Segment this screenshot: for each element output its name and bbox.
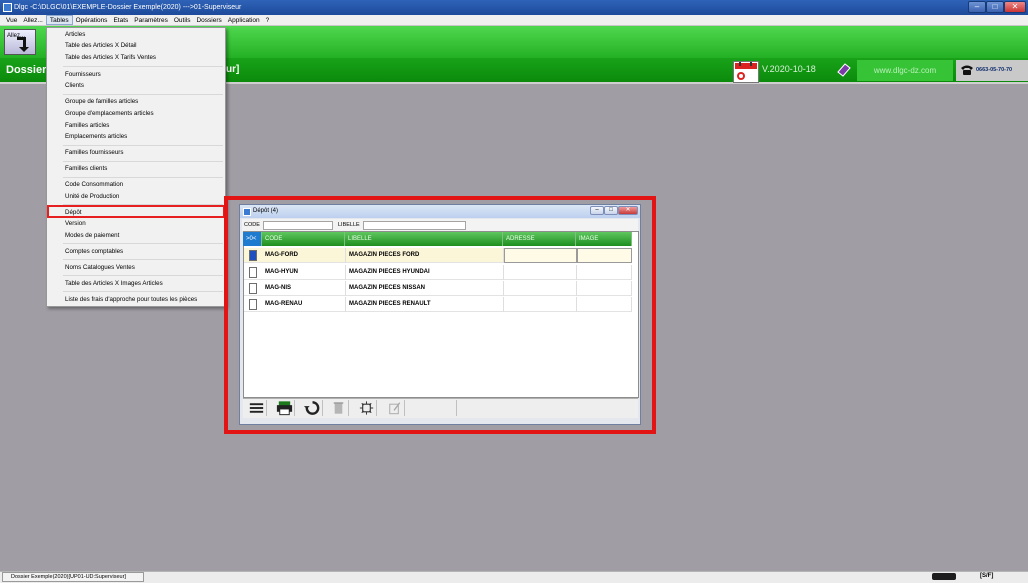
depot-maximize-button[interactable]: □ <box>604 206 618 215</box>
menu-allez[interactable]: Allez... <box>20 15 46 25</box>
menu-item-groupe-emplacements[interactable]: Groupe d'emplacements articles <box>65 110 154 117</box>
table-row[interactable]: MAG-NIS MAGAZIN PIECES NISSAN <box>244 281 632 296</box>
cell-code: MAG-RENAU <box>262 297 346 312</box>
menu-item-groupe-familles[interactable]: Groupe de familles articles <box>65 98 138 105</box>
column-header-libelle[interactable]: LIBELLE <box>345 232 503 246</box>
menu-icon[interactable] <box>247 400 267 416</box>
cell-adresse <box>504 281 577 296</box>
row-selector[interactable] <box>249 299 257 310</box>
menu-item-emplacements-articles[interactable]: Emplacements articles <box>65 133 127 140</box>
refresh-icon[interactable] <box>303 400 323 416</box>
battery-icon <box>932 573 956 580</box>
cell-libelle: MAGAZIN PIECES FORD <box>346 248 504 263</box>
column-header-adresse[interactable]: ADRESSE <box>503 232 576 246</box>
menu-item-frais-approche[interactable]: Liste des frais d'approche pour toutes l… <box>65 296 197 303</box>
row-selector[interactable] <box>249 250 257 261</box>
depot-minimize-button[interactable]: – <box>590 206 604 215</box>
depot-window-titlebar: Dépôt (4) <box>240 205 640 218</box>
menu-item-fournisseurs[interactable]: Fournisseurs <box>65 71 101 78</box>
menu-item-version[interactable]: Version <box>65 220 86 227</box>
cell-libelle: MAGAZIN PIECES HYUNDAI <box>346 265 504 280</box>
window-titlebar: Dlgc -C:\DLGC\01\EXEMPLE-Dossier Exemple… <box>0 0 1028 15</box>
table-row[interactable]: MAG-RENAU MAGAZIN PIECES RENAULT <box>244 297 632 312</box>
menu-item-articles-tarifs[interactable]: Table des Articles X Tarifs Ventes <box>65 54 156 61</box>
column-header-image[interactable]: IMAGE <box>576 232 632 246</box>
calendar-icon[interactable] <box>733 61 759 83</box>
cell-libelle: MAGAZIN PIECES NISSAN <box>346 281 504 296</box>
cell-adresse <box>504 265 577 280</box>
menu-operations[interactable]: Opérations <box>73 15 111 25</box>
menu-item-articles-detail[interactable]: Table des Articles X Détail <box>65 42 137 49</box>
cell-image <box>577 297 632 312</box>
code-filter-input[interactable] <box>263 221 333 230</box>
depot-close-button[interactable]: ✕ <box>618 206 638 215</box>
settings-icon[interactable] <box>357 400 377 416</box>
column-header-indicator[interactable]: >0< <box>243 232 262 246</box>
cell-code: MAG-NIS <box>262 281 346 296</box>
menu-item-familles-fournisseurs[interactable]: Familles fournisseurs <box>65 149 123 156</box>
cell-adresse <box>504 297 577 312</box>
phone-icon <box>961 65 973 75</box>
row-selector[interactable] <box>249 267 257 278</box>
menubar: Vue Allez... Tables Opérations Etats Par… <box>0 15 1028 26</box>
print-icon[interactable] <box>275 400 295 416</box>
menu-vue[interactable]: Vue <box>3 15 20 25</box>
book-icon[interactable] <box>836 62 852 78</box>
column-header-code[interactable]: CODE <box>262 232 345 246</box>
statusbar <box>0 571 1028 583</box>
cell-image <box>577 265 632 280</box>
menu-item-familles-articles[interactable]: Familles articles <box>65 122 109 129</box>
website-link[interactable]: www.dlgc-dz.com <box>857 60 953 81</box>
status-sf: [S/F] <box>980 573 994 579</box>
user-label-tail: ur] <box>226 64 240 75</box>
menu-help[interactable]: ? <box>263 15 273 25</box>
menu-item-noms-catalogues[interactable]: Noms Catalogues Ventes <box>65 264 135 271</box>
libelle-filter-input[interactable] <box>363 221 466 230</box>
tables-dropdown-menu: Articles Table des Articles X Détail Tab… <box>46 27 226 307</box>
cell-adresse[interactable] <box>504 248 577 263</box>
cell-image[interactable] <box>577 248 632 263</box>
menu-outils[interactable]: Outils <box>171 15 194 25</box>
menu-dossiers[interactable]: Dossiers <box>193 15 224 25</box>
menu-item-modes-paiement[interactable]: Modes de paiement <box>65 232 119 239</box>
menu-tables[interactable]: Tables <box>45 15 73 25</box>
menu-item-code-consommation[interactable]: Code Consommation <box>65 181 123 188</box>
grid-toolbar-spacer <box>406 400 457 416</box>
row-selector[interactable] <box>249 283 257 294</box>
app-icon <box>3 3 12 12</box>
table-row[interactable]: MAG-FORD MAGAZIN PIECES FORD <box>244 248 632 263</box>
maximize-button[interactable]: □ <box>986 1 1004 13</box>
grid-header: >0< CODE LIBELLE ADRESSE IMAGE <box>243 232 632 246</box>
close-button[interactable]: ✕ <box>1004 1 1026 13</box>
menu-item-comptes-comptables[interactable]: Comptes comptables <box>65 248 123 255</box>
menu-item-clients[interactable]: Clients <box>65 82 84 89</box>
edit-icon[interactable] <box>385 400 405 416</box>
depot-window-title: Dépôt (4) <box>253 208 279 214</box>
table-row[interactable]: MAG-HYUN MAGAZIN PIECES HYUNDAI <box>244 265 632 280</box>
depot-app-icon <box>243 208 251 216</box>
menu-item-articles-images[interactable]: Table des Articles X Images Articles <box>65 280 163 287</box>
arrow-down-icon <box>17 37 29 52</box>
menu-parametres[interactable]: Paramètres <box>131 15 171 25</box>
dossier-label: Dossier <box>6 64 47 76</box>
cell-image <box>577 281 632 296</box>
menu-etats[interactable]: Etats <box>110 15 131 25</box>
version-label: V.2020-10-18 <box>762 64 816 74</box>
window-title: Dlgc -C:\DLGC\01\EXEMPLE-Dossier Exemple… <box>14 4 242 11</box>
menu-item-articles[interactable]: Articles <box>65 31 85 38</box>
cell-libelle: MAGAZIN PIECES RENAULT <box>346 297 504 312</box>
cell-code: MAG-HYUN <box>262 265 346 280</box>
code-filter-label: CODE <box>244 222 260 228</box>
menu-application[interactable]: Application <box>225 15 263 25</box>
depot-highlight-box <box>47 205 225 218</box>
menu-item-familles-clients[interactable]: Familles clients <box>65 165 107 172</box>
cell-code: MAG-FORD <box>262 248 346 263</box>
delete-icon[interactable] <box>329 400 349 416</box>
status-dossier-info: Dossier Exemple(2020)[UP01-UD:Superviseu… <box>2 572 144 582</box>
libelle-filter-label: LIBELLE <box>338 222 360 228</box>
minimize-button[interactable]: – <box>968 1 986 13</box>
menu-item-unite-production[interactable]: Unité de Production <box>65 193 119 200</box>
